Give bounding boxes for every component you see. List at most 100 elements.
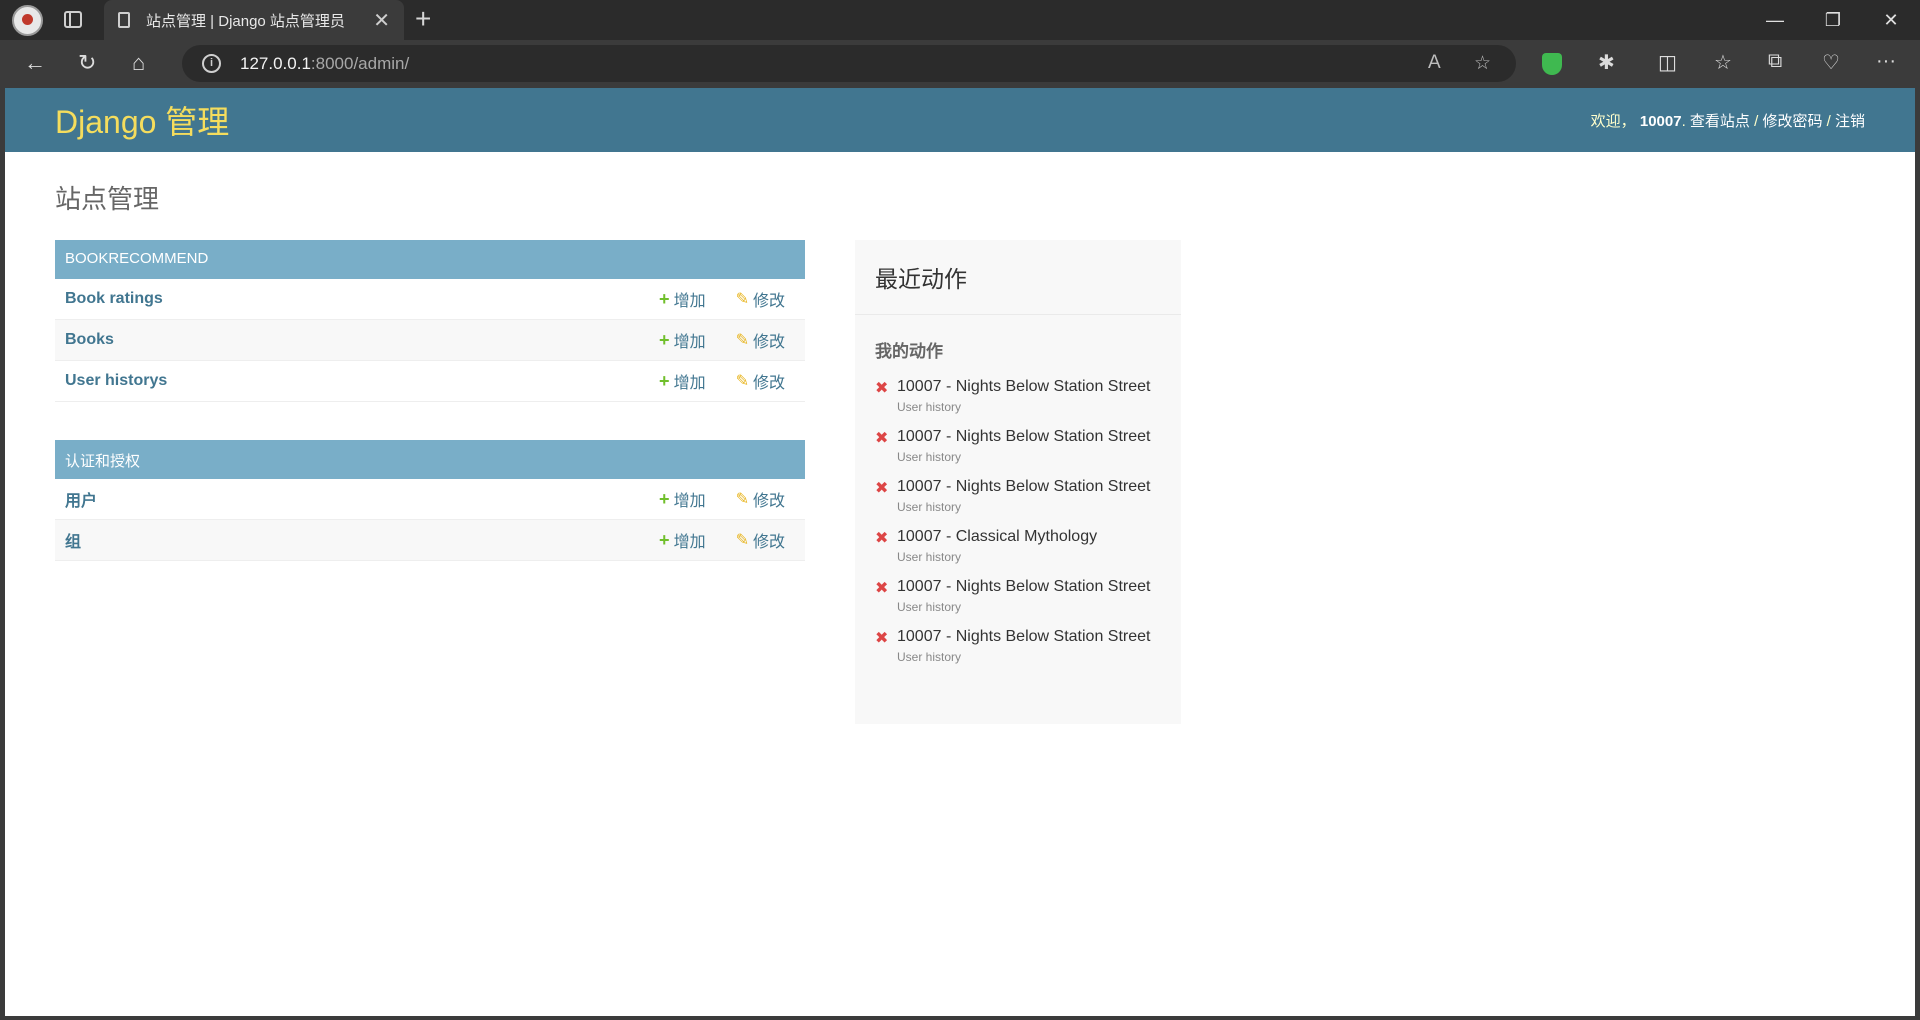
model-link[interactable]: Book ratings (65, 290, 659, 308)
window-controls: — ❐ ✕ (1746, 0, 1920, 40)
add-label: 增加 (673, 293, 706, 310)
read-aloud-icon[interactable]: A (1428, 52, 1441, 74)
pencil-icon: ✎ (735, 532, 749, 549)
model-row: Books + 增加 ✎ 修改 (55, 320, 805, 361)
change-label: 修改 (752, 293, 785, 310)
add-link[interactable]: + 增加 (659, 528, 706, 552)
site-info-icon[interactable]: i (202, 54, 221, 73)
close-window-icon[interactable]: ✕ (1862, 0, 1920, 40)
module-caption[interactable]: 认证和授权 (55, 440, 805, 479)
pencil-icon: ✎ (735, 373, 749, 390)
address-bar[interactable]: i 127.0.0.1:8000/admin/ A ☆ (182, 45, 1516, 82)
change-link[interactable]: ✎ 修改 (736, 369, 785, 393)
action-object: 10007 - Nights Below Station Street (897, 478, 1151, 495)
url-host: 127.0.0.1 (240, 53, 311, 73)
browser-tab-bar: 站点管理 | Django 站点管理员 ✕ + — ❐ ✕ (0, 0, 1920, 40)
user-tools: 欢迎， 10007. 查看站点 / 修改密码 / 注销 (1590, 112, 1865, 130)
model-link[interactable]: Books (65, 331, 659, 349)
action-type: User history (897, 450, 962, 464)
model-row: Book ratings + 增加 ✎ 修改 (55, 279, 805, 320)
change-link[interactable]: ✎ 修改 (736, 287, 785, 311)
action-type: User history (897, 550, 962, 564)
app-module-bookrecommend: BOOKRECOMMEND Book ratings + 增加 ✎ 修改 Books… (55, 240, 805, 402)
add-label: 增加 (673, 334, 706, 351)
model-row: 组 + 增加 ✎ 修改 (55, 520, 805, 561)
model-link[interactable]: User historys (65, 372, 659, 390)
add-link[interactable]: + 增加 (659, 487, 706, 511)
add-link[interactable]: + 增加 (659, 369, 706, 393)
shield-extension-icon[interactable] (1542, 53, 1562, 75)
action-type: User history (897, 650, 962, 664)
minimize-icon[interactable]: — (1746, 0, 1804, 40)
action-object: 10007 - Nights Below Station Street (897, 628, 1151, 645)
favorite-star-icon[interactable]: ☆ (1474, 52, 1491, 75)
tab-actions-icon[interactable] (64, 11, 82, 28)
action-object: 10007 - Classical Mythology (897, 528, 1098, 545)
site-brand[interactable]: Django 管理 (55, 97, 229, 143)
recent-action-item: ✖ 10007 - Classical Mythology User histor… (875, 528, 1161, 564)
app-module-auth: 认证和授权 用户 + 增加 ✎ 修改 组 + 增加 ✎ 修改 (55, 440, 805, 561)
change-link[interactable]: ✎ 修改 (736, 487, 785, 511)
split-screen-icon[interactable]: ◫ (1658, 50, 1677, 75)
change-password-link[interactable]: 修改密码 (1762, 113, 1822, 130)
add-icon: + (659, 529, 670, 550)
app-list: BOOKRECOMMEND Book ratings + 增加 ✎ 修改 Books… (55, 240, 805, 724)
action-object: 10007 - Nights Below Station Street (897, 428, 1151, 445)
pencil-icon: ✎ (735, 291, 749, 308)
admin-header: Django 管理 欢迎， 10007. 查看站点 / 修改密码 / 注销 (5, 88, 1915, 152)
change-label: 修改 (752, 334, 785, 351)
welcome-text: 欢迎， (1590, 112, 1636, 130)
extensions-icon[interactable]: ✱ (1598, 50, 1615, 75)
page-icon (118, 12, 130, 28)
delete-icon: ✖ (875, 380, 889, 397)
model-link[interactable]: 组 (65, 528, 659, 552)
recent-action-item: ✖ 10007 - Nights Below Station Street Use… (875, 378, 1161, 414)
change-link[interactable]: ✎ 修改 (736, 328, 785, 352)
delete-icon: ✖ (875, 530, 889, 547)
more-menu-icon[interactable]: ··· (1876, 50, 1896, 73)
model-row: User historys + 增加 ✎ 修改 (55, 361, 805, 402)
browser-toolbar: ← ↻ ⌂ i 127.0.0.1:8000/admin/ A ☆ ✱ ◫ ☆ … (0, 40, 1920, 88)
change-label: 修改 (752, 534, 785, 551)
pencil-icon: ✎ (735, 491, 749, 508)
model-link[interactable]: 用户 (65, 487, 659, 511)
add-icon: + (659, 370, 670, 391)
collections-icon[interactable]: ⧉ (1768, 50, 1782, 73)
change-link[interactable]: ✎ 修改 (736, 528, 785, 552)
close-tab-icon[interactable]: ✕ (373, 8, 390, 33)
delete-icon: ✖ (875, 430, 889, 447)
delete-icon: ✖ (875, 580, 889, 597)
restore-icon[interactable]: ❐ (1804, 0, 1862, 40)
recent-action-item: ✖ 10007 - Nights Below Station Street Use… (875, 478, 1161, 514)
profile-avatar[interactable] (12, 5, 43, 36)
change-label: 修改 (752, 493, 785, 510)
view-site-link[interactable]: 查看站点 (1690, 113, 1750, 130)
add-icon: + (659, 488, 670, 509)
new-tab-icon[interactable]: + (415, 3, 431, 35)
refresh-icon[interactable]: ↻ (78, 50, 96, 76)
add-label: 增加 (673, 534, 706, 551)
logout-link[interactable]: 注销 (1835, 113, 1865, 130)
separator: / (1749, 112, 1763, 130)
model-row: 用户 + 增加 ✎ 修改 (55, 479, 805, 520)
tab-title: 站点管理 | Django 站点管理员 (146, 12, 345, 30)
recent-actions-title: 最近动作 (855, 260, 1181, 315)
main-content: 站点管理 BOOKRECOMMEND Book ratings + 增加 ✎ 修改 … (5, 152, 1915, 751)
back-icon[interactable]: ← (24, 50, 46, 76)
add-link[interactable]: + 增加 (659, 328, 706, 352)
browser-essentials-icon[interactable]: ♡ (1822, 50, 1840, 75)
recent-actions-panel: 最近动作 我的动作 ✖ 10007 - Nights Below Station… (855, 240, 1181, 724)
add-icon: + (659, 329, 670, 350)
page-viewport: Django 管理 欢迎， 10007. 查看站点 / 修改密码 / 注销 站点… (5, 88, 1915, 1016)
my-actions-title: 我的动作 (875, 342, 943, 361)
add-label: 增加 (673, 493, 706, 510)
add-link[interactable]: + 增加 (659, 287, 706, 311)
browser-tab[interactable]: 站点管理 | Django 站点管理员 ✕ (104, 0, 404, 40)
home-icon[interactable]: ⌂ (132, 50, 145, 76)
delete-icon: ✖ (875, 480, 889, 497)
favorites-icon[interactable]: ☆ (1714, 50, 1732, 75)
recent-action-item: ✖ 10007 - Nights Below Station Street Use… (875, 428, 1161, 464)
action-type: User history (897, 400, 962, 414)
add-label: 增加 (673, 375, 706, 392)
module-caption[interactable]: BOOKRECOMMEND (55, 240, 805, 279)
